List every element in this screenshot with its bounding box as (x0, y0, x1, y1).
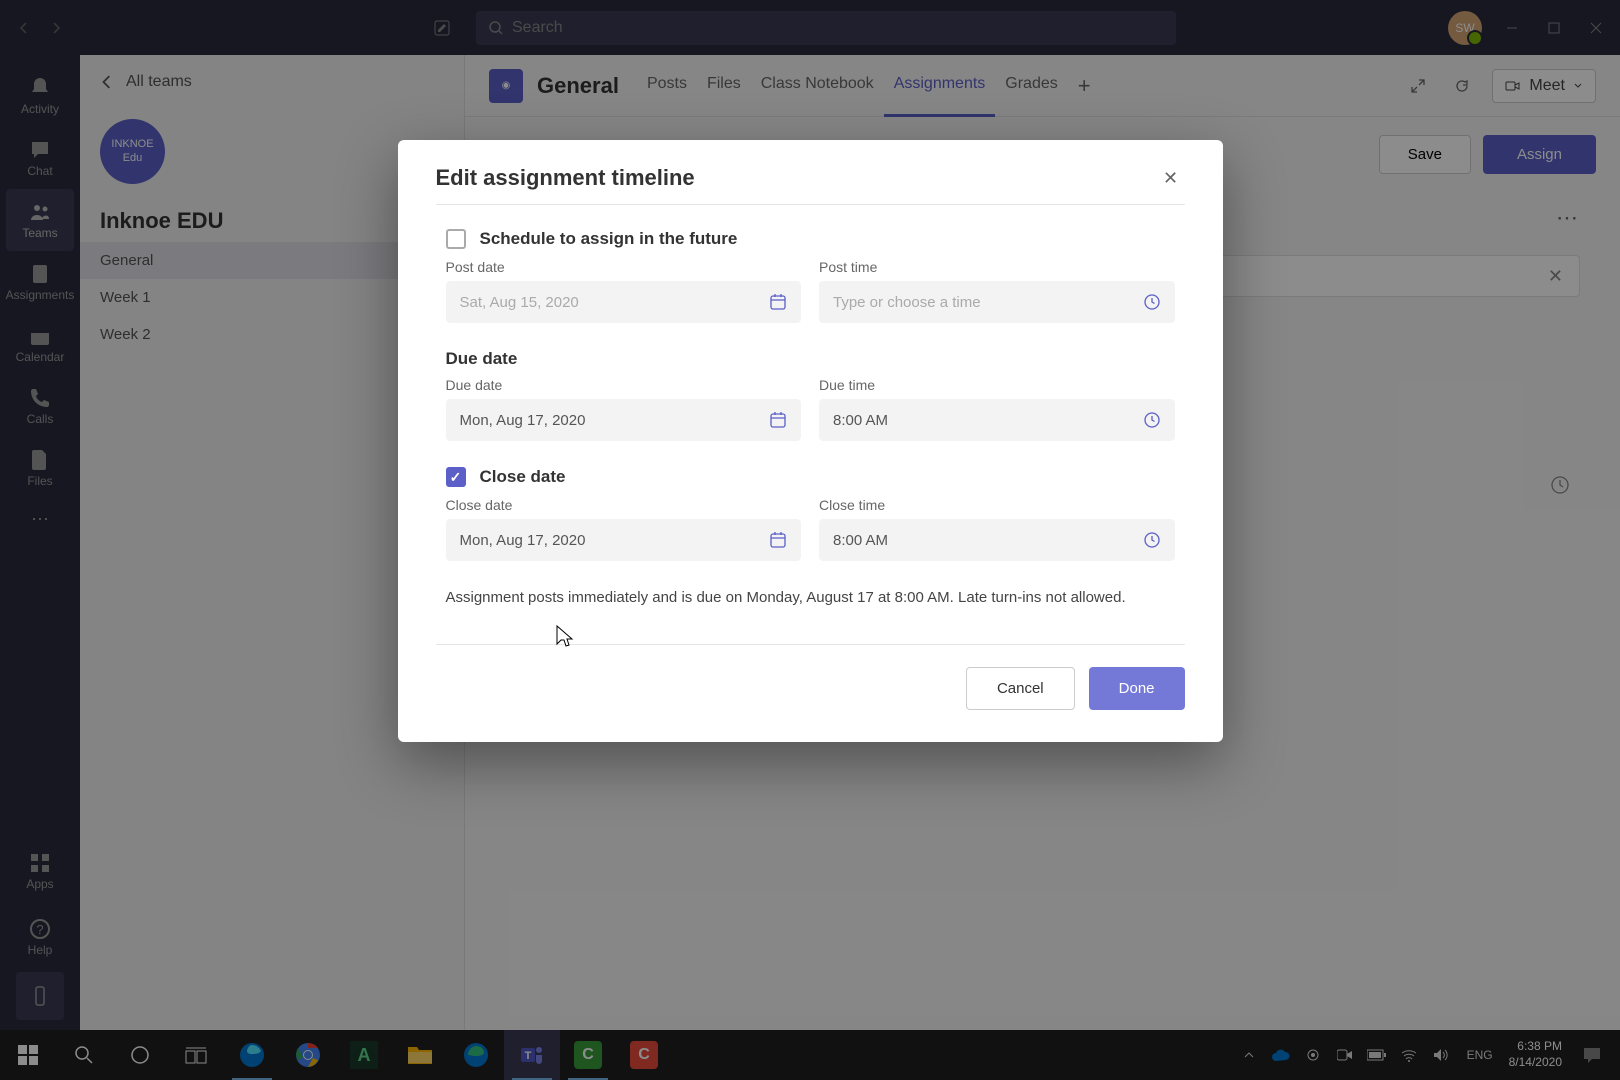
clock-icon (1143, 293, 1161, 311)
post-date-input[interactable]: Sat, Aug 15, 2020 (446, 281, 802, 323)
due-time-value: 8:00 AM (833, 412, 888, 429)
close-time-input[interactable]: 8:00 AM (819, 519, 1175, 561)
close-time-label: Close time (819, 497, 1175, 513)
due-section: Due date Due date Mon, Aug 17, 2020 Due … (446, 349, 1175, 441)
modal-title: Edit assignment timeline (436, 165, 695, 191)
modal-overlay: Edit assignment timeline ✕ Schedule to a… (0, 0, 1620, 1080)
clock-icon (1143, 411, 1161, 429)
close-heading: Close date (480, 467, 566, 487)
summary-text: Assignment posts immediately and is due … (446, 587, 1175, 610)
due-date-label: Due date (446, 377, 802, 393)
modal-close-button[interactable]: ✕ (1157, 164, 1185, 192)
close-date-label: Close date (446, 497, 802, 513)
close-date-checkbox[interactable] (446, 467, 466, 487)
close-time-value: 8:00 AM (833, 532, 888, 549)
schedule-checkbox[interactable] (446, 229, 466, 249)
post-time-label: Post time (819, 259, 1175, 275)
close-date-value: Mon, Aug 17, 2020 (460, 532, 586, 549)
schedule-section: Schedule to assign in the future Post da… (446, 229, 1175, 323)
post-time-placeholder: Type or choose a time (833, 294, 981, 311)
due-heading: Due date (446, 349, 1175, 369)
clock-icon (1143, 531, 1161, 549)
due-time-label: Due time (819, 377, 1175, 393)
schedule-label: Schedule to assign in the future (480, 229, 738, 249)
due-time-input[interactable]: 8:00 AM (819, 399, 1175, 441)
due-date-input[interactable]: Mon, Aug 17, 2020 (446, 399, 802, 441)
done-button[interactable]: Done (1089, 667, 1185, 710)
close-date-input[interactable]: Mon, Aug 17, 2020 (446, 519, 802, 561)
cancel-button[interactable]: Cancel (966, 667, 1075, 710)
calendar-icon (769, 531, 787, 549)
calendar-icon (769, 293, 787, 311)
post-time-input[interactable]: Type or choose a time (819, 281, 1175, 323)
close-section: Close date Close date Mon, Aug 17, 2020 … (446, 467, 1175, 561)
post-date-value: Sat, Aug 15, 2020 (460, 294, 579, 311)
due-date-value: Mon, Aug 17, 2020 (460, 412, 586, 429)
edit-timeline-dialog: Edit assignment timeline ✕ Schedule to a… (398, 140, 1223, 742)
post-date-label: Post date (446, 259, 802, 275)
calendar-icon (769, 411, 787, 429)
